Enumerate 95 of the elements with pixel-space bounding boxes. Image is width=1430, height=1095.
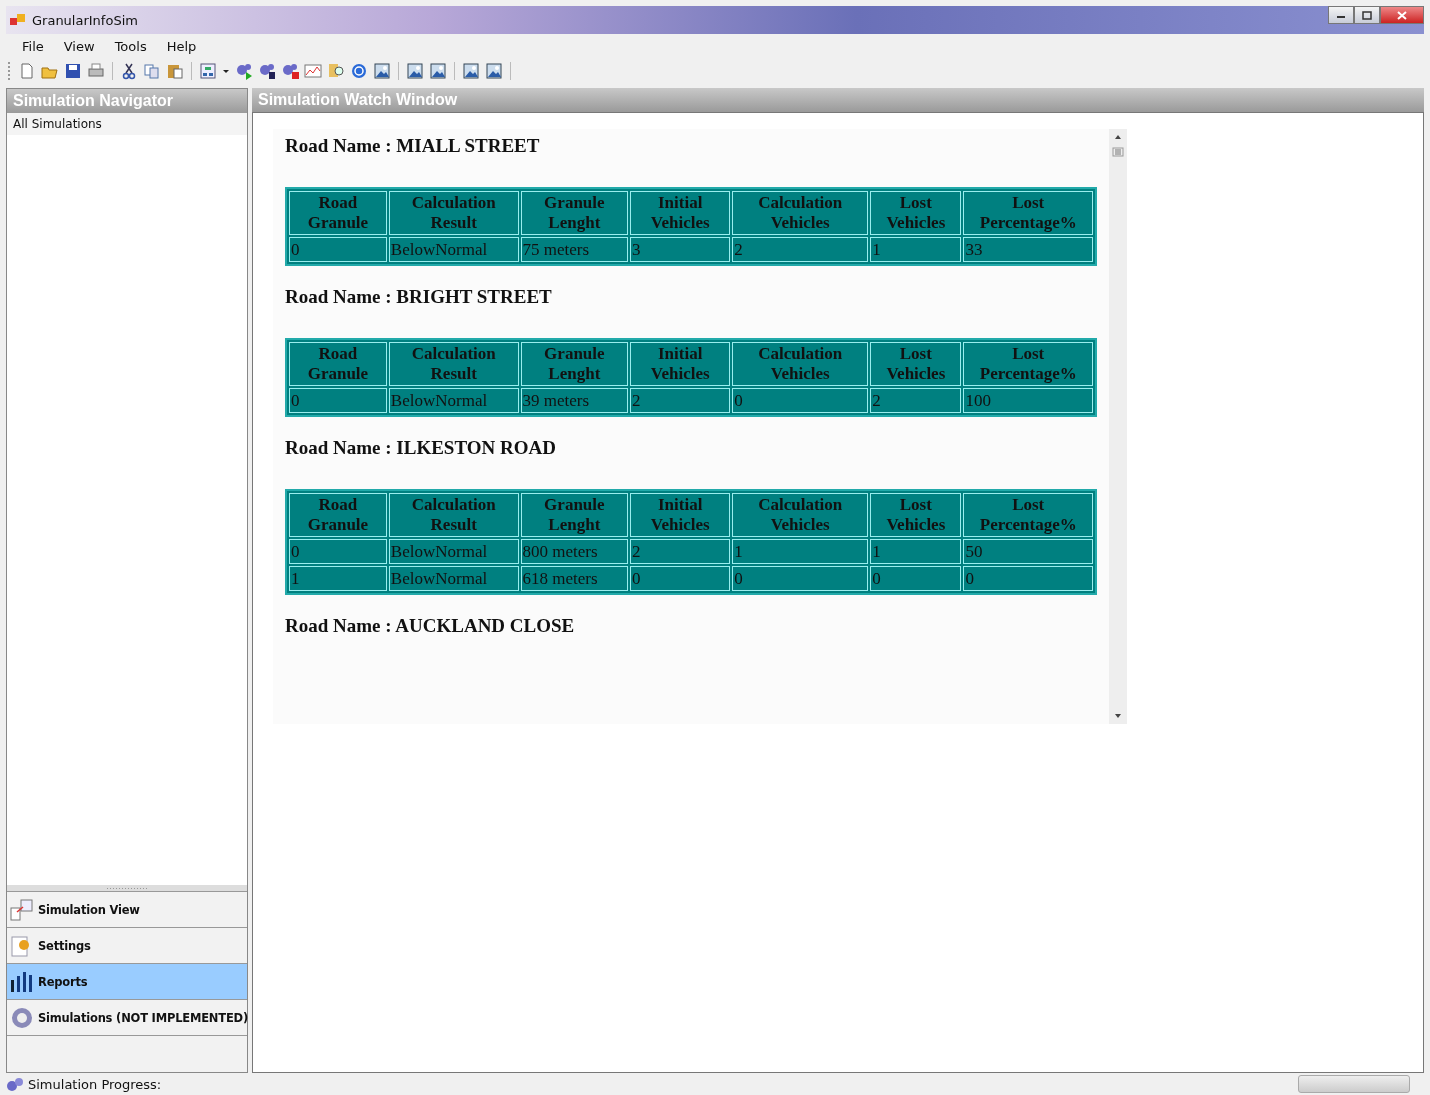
table-cell: 2 xyxy=(630,539,731,564)
pause-icon[interactable] xyxy=(258,62,276,80)
column-header: Lost Percentage% xyxy=(963,342,1093,386)
table-cell: 0 xyxy=(289,539,387,564)
table-cell: 3 xyxy=(630,237,731,262)
table-cell: 1 xyxy=(870,237,962,262)
image-icon[interactable] xyxy=(462,62,480,80)
navigation-button[interactable]: Simulation View xyxy=(7,891,247,927)
image-icon[interactable] xyxy=(485,62,503,80)
copy-icon[interactable] xyxy=(143,62,161,80)
table-cell: 100 xyxy=(963,388,1093,413)
menu-item[interactable]: Tools xyxy=(104,38,157,54)
column-header: Granule Lenght xyxy=(520,191,629,235)
scroll-up-icon[interactable] xyxy=(1113,133,1123,141)
diagram-icon[interactable] xyxy=(199,62,217,80)
column-header: Calculation Vehicles xyxy=(732,493,869,537)
close-icon xyxy=(1397,10,1407,20)
table-cell: 0 xyxy=(289,237,387,262)
road-heading: Road Name : BRIGHT STREET xyxy=(285,286,553,308)
table-cell: 2 xyxy=(630,388,731,413)
table-cell: 0 xyxy=(870,566,962,591)
navigator-header: Simulation Navigator xyxy=(7,89,247,113)
table-cell: 800 meters xyxy=(520,539,629,564)
menu-item[interactable]: View xyxy=(53,38,105,54)
column-header: Calculation Vehicles xyxy=(732,191,869,235)
table-cell: 0 xyxy=(630,566,731,591)
column-header: Calculation Result xyxy=(388,342,519,386)
column-header: Calculation Result xyxy=(388,191,519,235)
navigation-button[interactable]: Settings xyxy=(7,927,247,963)
image-icon[interactable] xyxy=(406,62,424,80)
toolbar-grip[interactable] xyxy=(8,62,13,80)
chart-icon[interactable] xyxy=(304,62,322,80)
road-heading: Road Name : MIALL STREET xyxy=(285,135,541,157)
column-header: Road Granule xyxy=(289,493,387,537)
navigation-button[interactable]: Reports xyxy=(7,963,247,999)
road-heading: Road Name : ILKESTON ROAD xyxy=(285,437,557,459)
table-cell: 1 xyxy=(732,539,869,564)
maximize-icon xyxy=(1362,10,1372,20)
column-header: Calculation Result xyxy=(388,493,519,537)
bar-chart-icon xyxy=(9,969,35,994)
table-cell: 0 xyxy=(732,566,869,591)
column-header: Lost Percentage% xyxy=(963,191,1093,235)
app-icon xyxy=(10,13,26,27)
stop-icon[interactable] xyxy=(281,62,299,80)
column-header: Lost Percentage% xyxy=(963,493,1093,537)
table-cell: 1 xyxy=(870,539,962,564)
run-icon[interactable] xyxy=(235,62,253,80)
minimize-button[interactable] xyxy=(1328,6,1354,24)
column-header: Lost Vehicles xyxy=(870,493,962,537)
table-cell: 39 meters xyxy=(520,388,629,413)
column-header: Lost Vehicles xyxy=(870,342,962,386)
table-cell: 0 xyxy=(289,388,387,413)
image-icon[interactable] xyxy=(429,62,447,80)
column-header: Initial Vehicles xyxy=(630,493,731,537)
table-cell: 2 xyxy=(732,237,869,262)
diagram-icon xyxy=(9,897,35,922)
column-header: Road Granule xyxy=(289,191,387,235)
status-text: Simulation Progress: xyxy=(28,1076,162,1092)
scrollbar[interactable] xyxy=(1109,129,1127,724)
menu-item[interactable]: Help xyxy=(156,38,207,54)
column-header: Granule Lenght xyxy=(520,342,629,386)
print-icon[interactable] xyxy=(87,62,105,80)
column-header: Lost Vehicles xyxy=(870,191,962,235)
table-cell: BelowNormal xyxy=(388,237,519,262)
column-header: Road Granule xyxy=(289,342,387,386)
road-heading: Road Name : AUCKLAND CLOSE xyxy=(285,615,576,637)
table-cell: 50 xyxy=(963,539,1093,564)
tree-item[interactable]: All Simulations xyxy=(7,113,247,135)
column-header: Initial Vehicles xyxy=(630,342,731,386)
table-cell: BelowNormal xyxy=(388,566,519,591)
close-button[interactable] xyxy=(1380,6,1424,24)
table-cell: BelowNormal xyxy=(388,388,519,413)
splitter-handle[interactable] xyxy=(7,885,247,891)
cut-icon[interactable] xyxy=(120,62,138,80)
table-cell: 75 meters xyxy=(520,237,629,262)
table-cell: 1 xyxy=(289,566,387,591)
image-icon[interactable] xyxy=(373,62,391,80)
column-header: Initial Vehicles xyxy=(630,191,731,235)
table-cell: BelowNormal xyxy=(388,539,519,564)
paste-icon[interactable] xyxy=(166,62,184,80)
menu-item[interactable]: File xyxy=(12,38,54,54)
table-cell: 0 xyxy=(732,388,869,413)
window-title: GranularInfoSim xyxy=(32,12,138,28)
table-cell: 2 xyxy=(870,388,962,413)
column-header: Calculation Vehicles xyxy=(732,342,869,386)
watch-window-header: Simulation Watch Window xyxy=(252,88,1424,112)
navigation-button[interactable]: Simulations (NOT IMPLEMENTED) xyxy=(7,999,247,1035)
column-header: Granule Lenght xyxy=(520,493,629,537)
table-cell: 618 meters xyxy=(520,566,629,591)
scroll-thumb-icon[interactable] xyxy=(1112,147,1124,157)
table-cell: 33 xyxy=(963,237,1093,262)
scroll-down-icon[interactable] xyxy=(1113,712,1123,720)
table-cell: 0 xyxy=(963,566,1093,591)
maximize-button[interactable] xyxy=(1354,6,1380,24)
save-icon[interactable] xyxy=(64,62,82,80)
